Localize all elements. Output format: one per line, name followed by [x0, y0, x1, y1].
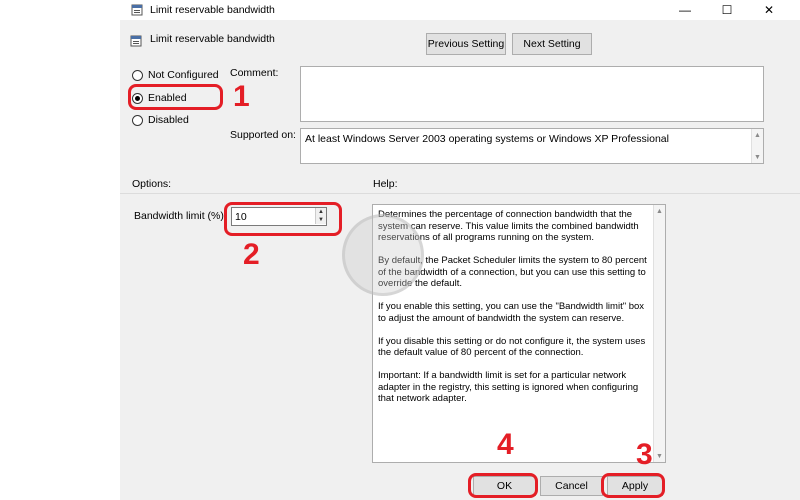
- help-paragraph: If you enable this setting, you can use …: [378, 301, 645, 324]
- annotation-number: 1: [233, 80, 250, 113]
- next-setting-button[interactable]: Next Setting: [512, 33, 592, 55]
- supported-on-label: Supported on:: [230, 129, 296, 141]
- annotation-highlight-enabled: [128, 84, 223, 110]
- options-label: Options:: [132, 178, 172, 190]
- annotation-highlight-bandwidth: [224, 202, 342, 236]
- comment-textarea[interactable]: [300, 66, 764, 122]
- maximize-button[interactable]: ☐: [706, 0, 748, 20]
- radio-label: Disabled: [148, 114, 189, 126]
- supported-scrollbar[interactable]: ▲ ▼: [751, 129, 763, 163]
- help-label: Help:: [373, 178, 398, 190]
- window-title: Limit reservable bandwidth: [150, 4, 275, 16]
- policy-dialog: Limit reservable bandwidth — ☐ ✕ Limit r…: [120, 0, 800, 500]
- policy-icon: [130, 35, 142, 47]
- page-background: [0, 0, 120, 500]
- annotation-highlight-apply: [601, 473, 665, 498]
- bandwidth-limit-label: Bandwidth limit (%):: [134, 210, 227, 222]
- close-button[interactable]: ✕: [748, 0, 790, 20]
- scroll-down-icon[interactable]: ▼: [654, 451, 665, 461]
- supported-on-box: At least Windows Server 2003 operating s…: [300, 128, 764, 164]
- scroll-up-icon[interactable]: ▲: [752, 130, 763, 140]
- scroll-up-icon[interactable]: ▲: [654, 206, 665, 216]
- setting-title: Limit reservable bandwidth: [150, 33, 275, 45]
- minimize-button[interactable]: —: [664, 0, 706, 20]
- scroll-down-icon[interactable]: ▼: [752, 152, 763, 162]
- supported-on-text: At least Windows Server 2003 operating s…: [305, 133, 669, 145]
- policy-icon: [131, 4, 143, 16]
- watermark-logo: [342, 214, 424, 296]
- help-scrollbar[interactable]: ▲ ▼: [653, 205, 665, 462]
- annotation-highlight-ok: [468, 473, 538, 498]
- help-paragraph: If you disable this setting or do not co…: [378, 335, 646, 359]
- radio-not-configured[interactable]: Not Configured: [132, 68, 242, 82]
- title-bar: Limit reservable bandwidth — ☐ ✕: [120, 0, 800, 20]
- annotation-number: 2: [243, 238, 260, 271]
- cancel-button[interactable]: Cancel: [540, 476, 603, 496]
- comment-label: Comment:: [230, 67, 279, 79]
- annotation-number: 4: [497, 428, 514, 461]
- radio-label: Not Configured: [148, 69, 219, 81]
- help-paragraph: Important: If a bandwidth limit is set f…: [378, 370, 639, 404]
- divider: [120, 193, 800, 194]
- previous-setting-button[interactable]: Previous Setting: [426, 33, 506, 55]
- annotation-number: 3: [636, 438, 653, 471]
- radio-button-icon: [132, 69, 143, 81]
- radio-button-icon: [132, 114, 143, 126]
- radio-disabled[interactable]: Disabled: [132, 113, 242, 127]
